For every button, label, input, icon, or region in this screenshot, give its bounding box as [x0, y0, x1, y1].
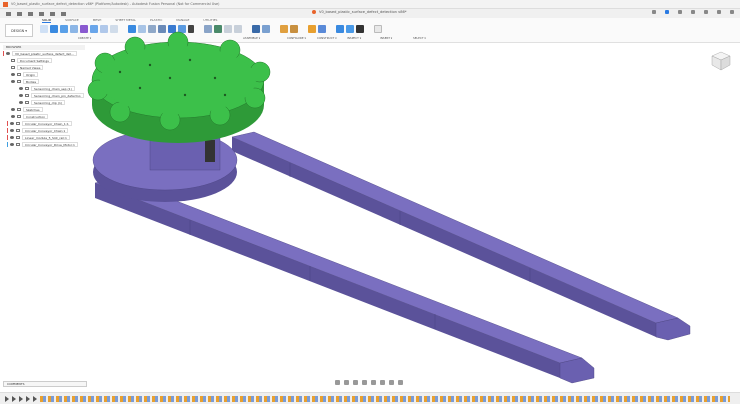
body-icon	[25, 87, 29, 90]
viewcube[interactable]	[710, 50, 732, 72]
eye-icon[interactable]	[10, 136, 14, 139]
viewports-icon[interactable]	[398, 380, 403, 385]
display-settings-icon[interactable]	[380, 380, 385, 385]
eye-icon[interactable]	[11, 80, 15, 83]
navigation-bar	[335, 380, 403, 385]
browser-item-bodies[interactable]: Bodies	[3, 78, 85, 85]
component-icon	[16, 136, 20, 139]
component-icon	[16, 143, 20, 146]
timeline-forward-icon[interactable]	[26, 396, 30, 402]
folder-icon	[11, 66, 15, 69]
component-icon	[16, 122, 20, 125]
fit-icon[interactable]	[371, 380, 376, 385]
browser-item-body[interactable]: Sensorring_chain_sep (1)	[3, 85, 85, 92]
eye-icon[interactable]	[19, 94, 23, 97]
zoom-icon[interactable]	[362, 380, 367, 385]
body-icon	[25, 101, 29, 104]
eye-icon[interactable]	[19, 101, 23, 104]
browser-item-component[interactable]: Circular_Conveyor_Chain:1	[3, 127, 85, 134]
upper-rail-top	[231, 131, 679, 324]
timeline-back-icon[interactable]	[12, 396, 16, 402]
browser-item-body[interactable]: Sensorring_clip (1)	[3, 99, 85, 106]
eye-icon[interactable]	[10, 122, 14, 125]
browser-item-component[interactable]: Circular_Conveyor_Chain_1:1	[3, 120, 85, 127]
browser-item-document-settings[interactable]: Document Settings	[3, 57, 85, 64]
gear-icon	[11, 59, 15, 62]
look-at-icon[interactable]	[344, 380, 349, 385]
folder-icon	[17, 80, 21, 83]
eye-icon[interactable]	[11, 108, 15, 111]
browser-item-body[interactable]: Sensorring_chain_pin_defectno	[3, 92, 85, 99]
folder-icon	[17, 115, 21, 118]
green-gear	[87, 31, 271, 143]
eye-icon[interactable]	[11, 115, 15, 118]
browser-item-sketches[interactable]: Sketches	[3, 106, 85, 113]
browser-item-root[interactable]: V0_based_plastic_surface_defect_det...	[3, 50, 85, 57]
eye-icon[interactable]	[6, 52, 10, 55]
browser-item-named-views[interactable]: Named Views	[3, 64, 85, 71]
eye-icon[interactable]	[10, 143, 14, 146]
component-icon	[16, 129, 20, 132]
orbit-icon[interactable]	[335, 380, 340, 385]
timeline-play-icon[interactable]	[19, 396, 23, 402]
browser-panel: BROWSER V0_based_plastic_surface_defect_…	[3, 45, 85, 148]
motor-window	[205, 140, 215, 162]
grid-settings-icon[interactable]	[389, 380, 394, 385]
lower-rail-end-tab	[559, 357, 595, 384]
timeline-end-icon[interactable]	[33, 396, 37, 402]
folder-icon	[17, 73, 21, 76]
lower-rail-side	[95, 183, 560, 378]
viewport-3d-model[interactable]	[0, 0, 740, 404]
browser-item-component[interactable]: Circular_Conveyor_Drive_Motor:1	[3, 141, 85, 148]
browser-item-origin[interactable]: Origin	[3, 71, 85, 78]
eye-icon[interactable]	[11, 73, 15, 76]
eye-icon[interactable]	[19, 87, 23, 90]
comments-panel[interactable]: COMMENTS	[3, 381, 87, 387]
eye-icon[interactable]	[10, 129, 14, 132]
body-icon	[25, 94, 29, 97]
browser-item-construction[interactable]: Construction	[3, 113, 85, 120]
timeline-features[interactable]	[40, 396, 730, 402]
timeline-start-icon[interactable]	[5, 396, 9, 402]
folder-icon	[17, 108, 21, 111]
timeline	[0, 392, 740, 404]
pan-icon[interactable]	[353, 380, 358, 385]
browser-item-component[interactable]: Linear_module_5_Slot_rail:1	[3, 134, 85, 141]
